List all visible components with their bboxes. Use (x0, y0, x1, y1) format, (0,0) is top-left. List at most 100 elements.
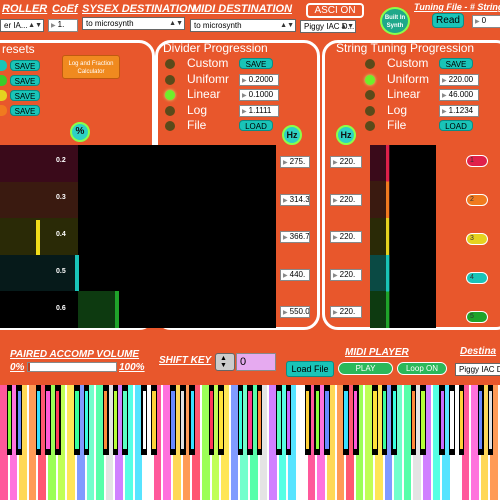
sysex-destination-label: SYSEX DESTINATION (82, 3, 196, 15)
string-radio-log[interactable] (365, 105, 375, 116)
string-select-button[interactable]: 5 (466, 311, 488, 323)
asci-toggle-button[interactable]: ASCI ON (306, 3, 364, 18)
piano-keyboard[interactable] (0, 385, 500, 500)
stepper-up-icon[interactable]: ▲ (220, 355, 227, 362)
divider-progression-title: Divider Progression (163, 41, 268, 55)
piano-black-key-highlight (36, 391, 41, 449)
divider-hz-field[interactable]: ▶ 314.3 (280, 193, 310, 206)
percent-badge[interactable]: % (70, 122, 90, 142)
piano-black-key-highlight (219, 391, 223, 449)
piano-black-key-highlight (392, 391, 396, 449)
midi-destination-2-select[interactable]: Piggy IAC D... ▲▼ (300, 20, 356, 33)
divider-cell-1 (0, 182, 78, 218)
shift-key-value[interactable]: 0 (236, 353, 276, 371)
divider-unifomr-field[interactable]: ▶ 0.2000 (239, 73, 279, 86)
number-field-arrow-icon: ▶ (333, 310, 338, 316)
string-radio-file[interactable] (365, 121, 375, 131)
preset-save-button[interactable]: SAVE (10, 105, 40, 116)
play-button[interactable]: PLAY (338, 362, 393, 375)
divider-radio-log[interactable] (165, 105, 175, 116)
string-log-field[interactable]: ▶ 1.1234 (439, 104, 479, 117)
built-in-synth-button[interactable]: Built In Synth (380, 7, 410, 35)
divider-hz-field[interactable]: ▶ 275. (280, 156, 310, 168)
number-field-arrow-icon: ▶ (333, 235, 338, 241)
tuning-string-field[interactable]: ▶ 0 (472, 15, 500, 28)
piano-black-key-highlight (7, 391, 12, 449)
string-hz-field[interactable]: ▶ 220. (330, 268, 362, 281)
divider-radio-unifomr[interactable] (165, 74, 175, 85)
destination-select[interactable]: Piggy IAC D (455, 363, 500, 376)
shift-key-stepper[interactable]: ▲ ▼ (215, 353, 235, 371)
number-field-arrow-icon: ▶ (283, 235, 288, 241)
divider-option-label: Log (187, 102, 208, 117)
midi-player-label: MIDI PLAYER (345, 347, 409, 358)
preset-save-button[interactable]: SAVE (10, 90, 40, 101)
divider-ratio-label: 0.3 (56, 194, 66, 201)
midi-destination-select[interactable]: to microsynth ▲▼ (190, 19, 296, 32)
string-hz-field[interactable]: ▶ 220. (330, 156, 362, 168)
string-indicator-bar (386, 145, 389, 328)
piano-black-key-highlight (440, 391, 445, 449)
read-button[interactable]: Read (432, 13, 464, 28)
divider-radio-linear[interactable] (165, 90, 175, 100)
piano-black-key-highlight (17, 391, 21, 449)
divider-cell-0 (0, 145, 78, 182)
string-hz-field[interactable]: ▶ 220. (330, 231, 362, 243)
destination-label: Destina (460, 346, 497, 357)
coef-field[interactable]: ▶ 1. (48, 19, 78, 32)
number-field-value: 46.000 (448, 90, 474, 99)
divider-radio-file[interactable] (165, 121, 175, 131)
divider-save-button[interactable]: SAVE (239, 58, 273, 69)
divider-log-field[interactable]: ▶ 1.1111 (239, 104, 279, 117)
divider-hz-field[interactable]: ▶ 550.0 (280, 306, 310, 318)
sysex-destination-select[interactable]: to microsynth ▲▼ (82, 17, 185, 30)
string-hz-field[interactable]: ▶ 220. (330, 193, 362, 206)
string-select-button[interactable]: 3 (466, 233, 488, 245)
string-save-button[interactable]: SAVE (439, 58, 473, 69)
divider-hz-badge[interactable]: Hz (282, 125, 302, 145)
divider-radio-custom[interactable] (165, 59, 175, 69)
string-hz-badge[interactable]: Hz (336, 125, 356, 145)
piano-black-key-highlight (305, 391, 310, 449)
piano-black-key-highlight (411, 391, 416, 449)
log-fraction-calculator-button[interactable]: Log and Fraction Calculator (62, 55, 120, 79)
string-option-label: Uniform (387, 71, 430, 86)
string-option-label: Custom (387, 56, 429, 70)
string-radio-custom[interactable] (365, 59, 375, 69)
load-file-button[interactable]: Load File (286, 361, 334, 377)
string-select-button[interactable]: 2 (466, 194, 488, 206)
string-radio-linear[interactable] (365, 90, 375, 100)
loop-toggle-button[interactable]: Loop ON (397, 362, 447, 375)
string-grid[interactable] (370, 145, 436, 328)
roller-select[interactable]: er IA... ▲▼ (0, 19, 44, 32)
divider-linear-field[interactable]: ▶ 0.1000 (239, 89, 279, 101)
preset-save-button[interactable]: SAVE (10, 75, 40, 86)
string-hz-field[interactable]: ▶ 220. (330, 306, 362, 318)
piano-black-key-highlight (382, 391, 387, 449)
string-tuning-title: String Tuning Progression (336, 41, 475, 55)
number-field-arrow-icon: ▶ (333, 272, 338, 279)
piano-black-key-highlight (286, 391, 291, 449)
volume-slider[interactable] (27, 362, 117, 372)
string-radio-uniform[interactable] (365, 74, 375, 85)
divider-grid[interactable]: 0.2 0.3 0.4 0.5 0.6 (0, 145, 276, 328)
piano-black-key-highlight (354, 391, 358, 449)
string-uniform-field[interactable]: ▶ 220.00 (439, 73, 479, 86)
app-window: ROLLER er IA... ▲▼ CoEf ▶ 1. SYSEX DESTINA… (0, 0, 500, 385)
piano-black-key-highlight (238, 391, 243, 449)
string-linear-field[interactable]: ▶ 46.000 (439, 89, 479, 101)
divider-ratio-label: 0.6 (56, 305, 66, 312)
number-field-arrow-icon: ▶ (283, 272, 288, 279)
shift-key-label: SHIFT KEY (159, 355, 212, 366)
divider-load-button[interactable]: LOAD (239, 120, 273, 131)
divider-marker-teal (75, 255, 79, 291)
stepper-down-icon[interactable]: ▼ (220, 362, 227, 369)
volume-min-label: 0% (10, 362, 25, 373)
string-select-button[interactable]: 1 (466, 155, 488, 167)
preset-save-button[interactable]: SAVE (10, 60, 40, 71)
string-select-button[interactable]: 4 (466, 272, 488, 284)
string-load-button[interactable]: LOAD (439, 120, 473, 131)
piano-black-key-highlight (209, 391, 214, 449)
divider-hz-field[interactable]: ▶ 366.7 (280, 231, 310, 243)
divider-hz-field[interactable]: ▶ 440. (280, 268, 310, 281)
